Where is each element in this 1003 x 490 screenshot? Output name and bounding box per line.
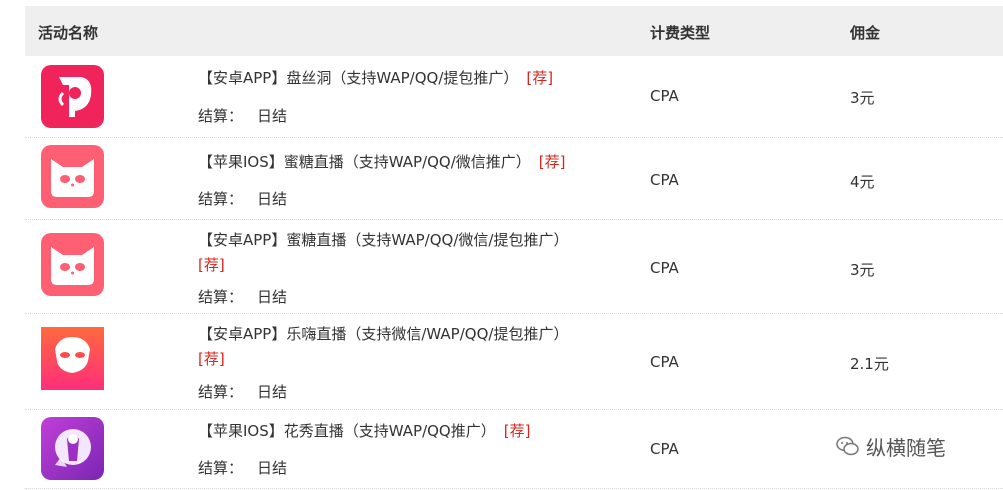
settlement-info: 结算： 日结	[198, 286, 287, 307]
table-row[interactable]: 【苹果IOS】蜜糖直播（支持WAP/QQ/微信推广） [荐] 结算： 日结 CPA …	[25, 138, 1003, 220]
column-header-name: 活动名称	[38, 24, 99, 42]
settlement-label: 结算：	[198, 459, 244, 477]
mitang-cat-app-icon[interactable]	[41, 145, 104, 208]
commission: 3元	[850, 261, 875, 279]
commission: 2.1元	[850, 355, 889, 373]
activity-table: 活动名称 计费类型 佣金 【安卓APP】盘丝洞（支持WAP/QQ/提包推广） [荐…	[25, 6, 1003, 489]
activity-title[interactable]: 【安卓APP】乐嗨直播（支持微信/WAP/QQ/提包推广） [荐]	[198, 322, 618, 372]
billing-type: CPA	[650, 87, 679, 105]
table-row[interactable]: 【安卓APP】乐嗨直播（支持微信/WAP/QQ/提包推广） [荐] 结算： 日结 C…	[25, 314, 1003, 410]
commission: 3元	[850, 89, 875, 107]
table-header: 活动名称 计费类型 佣金	[25, 6, 1003, 56]
settlement-label: 结算：	[198, 383, 244, 401]
billing-type: CPA	[650, 171, 679, 189]
activity-title[interactable]: 【安卓APP】盘丝洞（支持WAP/QQ/提包推广） [荐]	[198, 66, 618, 91]
settlement-value: 日结	[257, 107, 288, 125]
settlement-value: 日结	[257, 459, 288, 477]
activity-title-text[interactable]: 【安卓APP】盘丝洞（支持WAP/QQ/提包推广）	[198, 69, 518, 87]
settlement-info: 结算： 日结	[198, 381, 287, 402]
activity-title[interactable]: 【苹果IOS】蜜糖直播（支持WAP/QQ/微信推广） [荐]	[198, 150, 618, 175]
recommend-tag: [荐]	[198, 350, 225, 368]
settlement-label: 结算：	[198, 107, 244, 125]
column-header-type: 计费类型	[650, 24, 711, 42]
billing-type: CPA	[650, 259, 679, 277]
pansidong-app-icon[interactable]	[41, 65, 104, 128]
recommend-tag: [荐]	[198, 256, 225, 274]
settlement-value: 日结	[257, 383, 288, 401]
settlement-label: 结算：	[198, 288, 244, 306]
settlement-value: 日结	[257, 190, 288, 208]
wechat-icon	[836, 436, 859, 455]
settlement-info: 结算： 日结	[198, 105, 287, 126]
recommend-tag: [荐]	[503, 422, 531, 440]
settlement-info: 结算： 日结	[198, 188, 287, 209]
settlement-label: 结算：	[198, 190, 244, 208]
settlement-value: 日结	[257, 288, 288, 306]
activity-title-text[interactable]: 【安卓APP】乐嗨直播（支持微信/WAP/QQ/提包推广）	[198, 325, 568, 343]
recommend-tag: [荐]	[526, 69, 554, 87]
watermark-text: 纵横随笔	[866, 436, 946, 460]
activity-title-text[interactable]: 【苹果IOS】蜜糖直播（支持WAP/QQ/微信推广）	[198, 153, 531, 171]
lehai-mask-app-icon[interactable]	[41, 327, 104, 390]
huaxiu-app-icon[interactable]	[41, 417, 104, 480]
table-row[interactable]: 【安卓APP】盘丝洞（支持WAP/QQ/提包推广） [荐] 结算： 日结 CPA 3…	[25, 56, 1003, 138]
settlement-info: 结算： 日结	[198, 457, 287, 478]
billing-type: CPA	[650, 440, 679, 458]
billing-type: CPA	[650, 353, 679, 371]
wechat-watermark: 纵横随笔	[836, 432, 946, 461]
activity-title[interactable]: 【安卓APP】蜜糖直播（支持WAP/QQ/微信/提包推广） [荐]	[198, 228, 618, 278]
table-row[interactable]: 【安卓APP】蜜糖直播（支持WAP/QQ/微信/提包推广） [荐] 结算： 日结 C…	[25, 220, 1003, 314]
activity-title[interactable]: 【苹果IOS】花秀直播（支持WAP/QQ推广） [荐]	[198, 419, 618, 444]
column-header-commission: 佣金	[850, 24, 881, 42]
recommend-tag: [荐]	[538, 153, 566, 171]
activity-title-text[interactable]: 【安卓APP】蜜糖直播（支持WAP/QQ/微信/提包推广）	[198, 231, 568, 249]
activity-title-text[interactable]: 【苹果IOS】花秀直播（支持WAP/QQ推广）	[198, 422, 496, 440]
mitang-cat-app-icon[interactable]	[41, 233, 104, 296]
commission: 4元	[850, 173, 875, 191]
